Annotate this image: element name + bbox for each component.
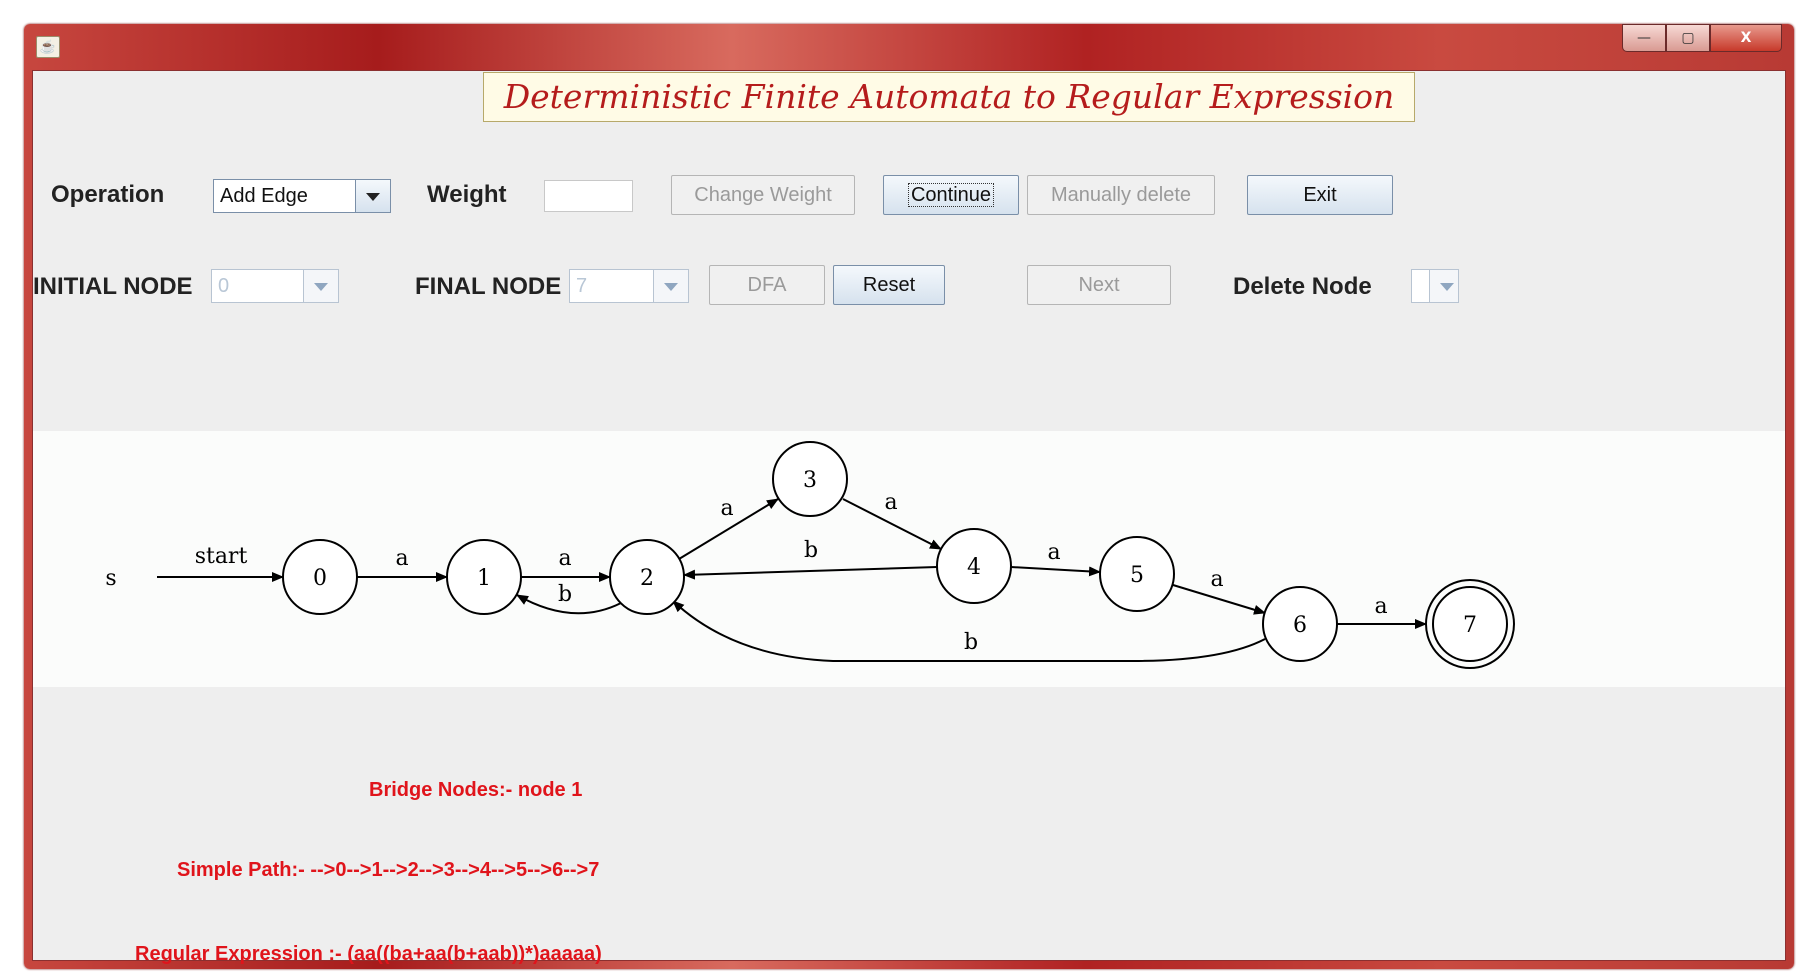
delete-node-dropdown[interactable] [1411,269,1459,303]
java-cup-icon: ☕ [36,36,60,58]
regular-expression-text: Regular Expression :- (aa((ba+aa(b+aab))… [135,943,602,965]
edge-label: a [720,496,733,521]
start-node-label: s [105,566,116,591]
exit-button[interactable]: Exit [1247,175,1393,215]
continue-button[interactable]: Continue [883,175,1019,215]
chevron-down-icon[interactable] [303,270,338,302]
close-icon[interactable]: X [1710,24,1782,52]
initial-node-value: 0 [218,275,230,297]
edge-label: a [1374,594,1387,619]
automaton-graph: start a aba ab aaab s 0 1 234 56 7 [105,441,1515,669]
change-weight-button[interactable]: Change Weight [671,175,855,215]
edge-label: b [964,630,978,655]
reset-button[interactable]: Reset [833,265,945,305]
next-button[interactable]: Next [1027,265,1171,305]
edge-label: start [195,544,248,569]
initial-node-label: INITIAL NODE [33,273,193,300]
dfa-button[interactable]: DFA [709,265,825,305]
state-node-label: 2 [640,566,654,591]
state-node-label: 5 [1130,563,1144,588]
initial-node-dropdown[interactable]: 0 [211,269,339,303]
final-node-dropdown[interactable]: 7 [569,269,689,303]
final-node-label: FINAL NODE [415,273,562,300]
state-node-label: 1 [477,566,491,591]
chevron-down-icon[interactable] [653,270,688,302]
state-node-label: 4 [967,555,981,580]
edge-4-to-5 [1010,566,1101,577]
chevron-down-icon[interactable] [355,180,390,212]
content-pane: Deterministic Finite Automata to Regular… [32,70,1786,965]
state-node-label: 6 [1293,613,1307,638]
manually-delete-button[interactable]: Manually delete [1027,175,1215,215]
edge-label: a [884,490,897,515]
page-title: Deterministic Finite Automata to Regular… [483,72,1415,122]
edge-4-to-2 [683,566,938,580]
window-controls: — ▢ X [1622,24,1782,52]
title-bar[interactable]: ☕ — ▢ X [24,24,1794,70]
edge-label: a [1047,540,1060,565]
operation-label: Operation [51,181,165,208]
state-node-label: 0 [313,566,327,591]
minimize-icon[interactable]: — [1622,24,1666,52]
continue-button-label: Continue [907,183,995,207]
final-node-value: 7 [576,275,588,297]
state-node-label: 7 [1463,613,1477,638]
state-node-label: 3 [803,468,817,493]
edge-label: a [1210,567,1223,592]
edge-label: a [558,546,571,571]
weight-input[interactable] [544,180,633,212]
operation-dropdown[interactable]: Add Edge [213,179,391,213]
delete-node-label: Delete Node [1233,273,1372,300]
app-window: ☕ — ▢ X Deterministic Finite Automata to… [24,24,1794,969]
edge-label: b [558,582,572,607]
bridge-nodes-text: Bridge Nodes:- node 1 [369,779,583,801]
operation-value: Add Edge [220,185,308,207]
edge-label: b [804,538,818,563]
maximize-icon[interactable]: ▢ [1666,24,1710,52]
edge-label: a [395,546,408,571]
automaton-graph-panel: start a a b a a b a a a b s01234567 [33,431,1785,687]
simple-path-text: Simple Path:- -->0-->1-->2-->3-->4-->5--… [177,859,600,881]
weight-label: Weight [427,181,507,208]
chevron-down-icon[interactable] [1429,270,1458,302]
